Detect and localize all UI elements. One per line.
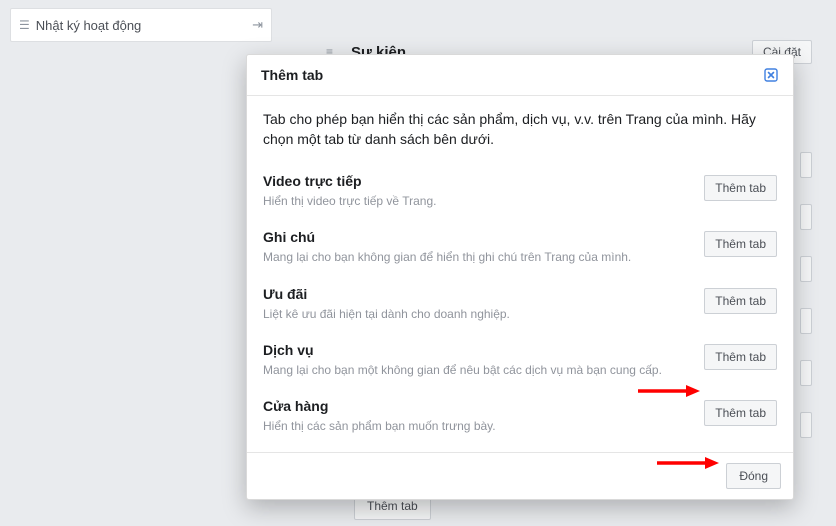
tab-option-offers: Ưu đãi Liệt kê ưu đãi hiện tại dành cho … — [263, 278, 777, 334]
tab-option-services: Dịch vụ Mang lại cho bạn một không gian … — [263, 334, 777, 390]
close-icon — [764, 68, 778, 82]
add-tab-button[interactable]: Thêm tab — [704, 344, 777, 370]
tab-option-notes: Ghi chú Mang lại cho bạn không gian để h… — [263, 221, 777, 277]
option-desc: Liệt kê ưu đãi hiện tại dành cho doanh n… — [263, 306, 692, 322]
bg-settings-stub — [800, 204, 812, 230]
modal-body: Tab cho phép bạn hiển thị các sản phẩm, … — [247, 96, 793, 452]
tab-option-shop: Cửa hàng Hiển thị các sản phẩm bạn muốn … — [263, 390, 777, 446]
add-tab-button[interactable]: Thêm tab — [704, 400, 777, 426]
modal-close-button[interactable] — [763, 67, 779, 83]
option-desc: Hiển thị các sản phẩm bạn muốn trưng bày… — [263, 418, 692, 434]
option-title: Ưu đãi — [263, 286, 692, 302]
sidebar-item-label: Nhật ký hoạt động — [36, 18, 142, 33]
bg-settings-stub — [800, 412, 812, 438]
modal-title: Thêm tab — [261, 67, 323, 83]
option-title: Dịch vụ — [263, 342, 692, 358]
bg-settings-stub — [800, 360, 812, 386]
option-desc: Mang lại cho bạn một không gian để nêu b… — [263, 362, 692, 378]
list-icon: ☰ — [19, 18, 30, 32]
bg-settings-stub — [800, 308, 812, 334]
bg-settings-stub — [800, 256, 812, 282]
option-title: Video trực tiếp — [263, 173, 692, 189]
enter-icon: ⇥ — [252, 17, 263, 33]
modal-close-footer-button[interactable]: Đóng — [726, 463, 781, 489]
option-title: Ghi chú — [263, 229, 692, 245]
option-desc: Hiển thị video trực tiếp về Trang. — [263, 193, 692, 209]
tab-option-live-video: Video trực tiếp Hiển thị video trực tiếp… — [263, 165, 777, 221]
modal-intro-text: Tab cho phép bạn hiển thị các sản phẩm, … — [263, 110, 777, 149]
bg-settings-stub — [800, 152, 812, 178]
add-tab-button[interactable]: Thêm tab — [704, 175, 777, 201]
add-tab-button[interactable]: Thêm tab — [704, 231, 777, 257]
modal-header: Thêm tab — [247, 55, 793, 96]
add-tab-modal: Thêm tab Tab cho phép bạn hiển thị các s… — [246, 54, 794, 500]
modal-footer: Đóng — [247, 452, 793, 499]
option-desc: Mang lại cho bạn không gian để hiển thị … — [263, 249, 692, 265]
option-title: Cửa hàng — [263, 398, 692, 414]
add-tab-button[interactable]: Thêm tab — [704, 288, 777, 314]
sidebar-item-activity-log[interactable]: ☰ Nhật ký hoạt động ⇥ — [10, 8, 272, 42]
